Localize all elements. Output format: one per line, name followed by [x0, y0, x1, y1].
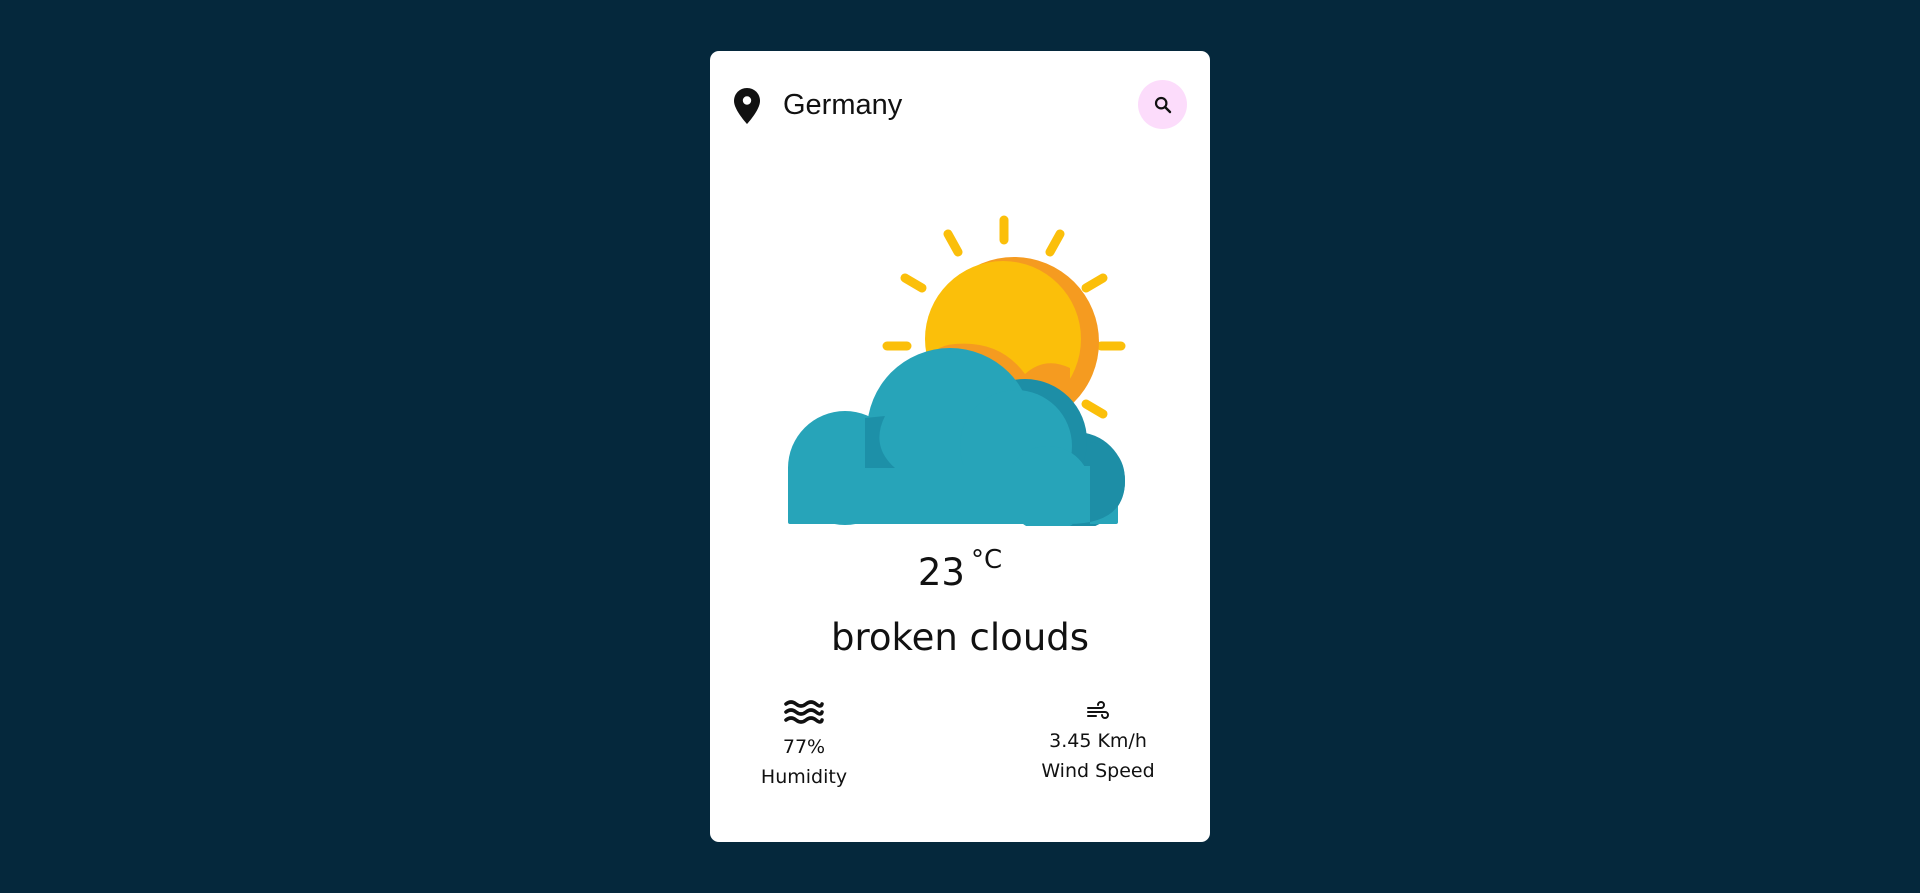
search-icon	[1154, 96, 1171, 113]
humidity-label: Humidity	[760, 766, 848, 788]
humidity-stat: 77% Humidity	[742, 696, 866, 792]
location-name: Germany	[783, 89, 903, 121]
wind-label: Wind Speed	[1041, 760, 1155, 782]
humidity-value: 77%	[782, 736, 826, 758]
map-pin-icon	[734, 88, 760, 124]
temperature-value: 23	[917, 551, 965, 594]
search-button[interactable]	[1138, 80, 1187, 129]
weather-description: broken clouds	[830, 616, 1090, 659]
location-header: Germany	[710, 51, 1210, 161]
temperature-unit: °C	[970, 545, 1003, 575]
temperature: 23 °C	[710, 545, 1210, 594]
wind-stat: 3.45 Km/h Wind Speed	[1030, 696, 1166, 786]
water-waves-icon	[784, 700, 824, 724]
weather-card: Germany 23 °C broken clouds 77% Humidity…	[710, 51, 1210, 842]
sun-behind-cloud-icon	[788, 215, 1126, 526]
wind-icon	[1087, 701, 1109, 719]
wind-value: 3.45 Km/h	[1049, 730, 1147, 752]
